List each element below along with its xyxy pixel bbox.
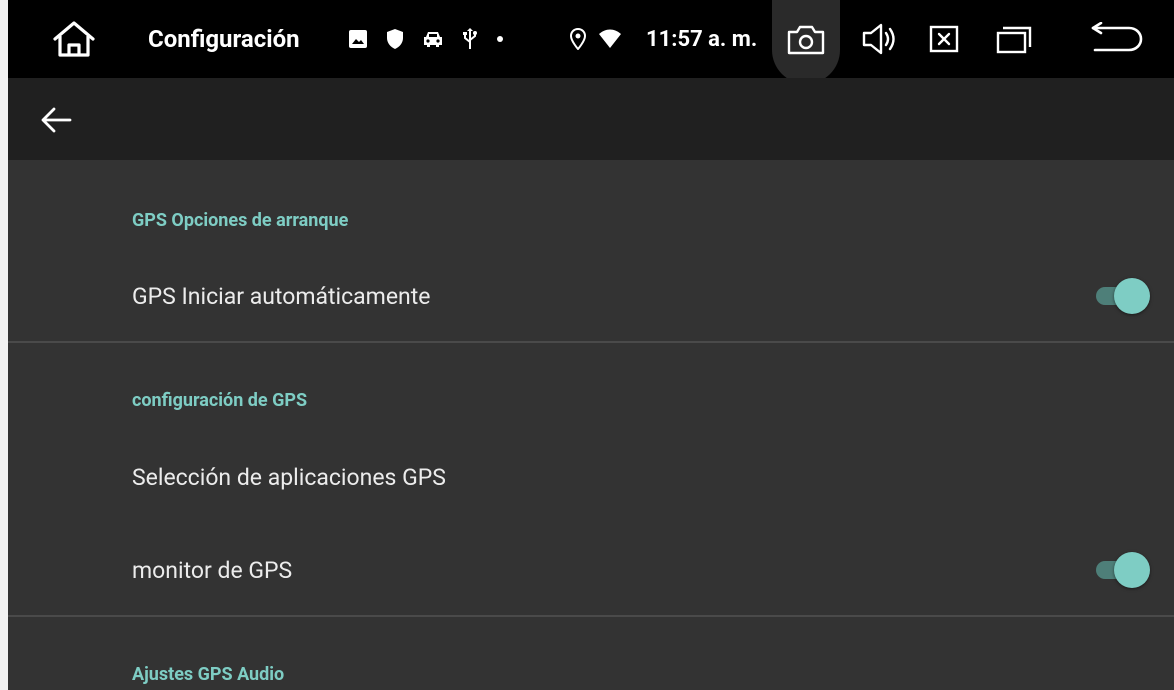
category-header-startup: GPS Opciones de arranque: [132, 210, 349, 231]
usb-icon: [462, 28, 478, 50]
location-icon: [570, 28, 586, 50]
category-header-gps-audio: Ajustes GPS Audio: [132, 664, 285, 685]
section-divider: [8, 341, 1174, 343]
notification-icons: [348, 24, 504, 54]
preference-gps-monitor[interactable]: monitor de GPS: [8, 537, 1174, 603]
category-header-gps-config: configuración de GPS: [132, 390, 308, 411]
status-bar: Configuración 11:57 a. m.: [8, 0, 1174, 84]
image-icon: [348, 29, 368, 49]
return-icon[interactable]: [1084, 16, 1150, 62]
volume-icon[interactable]: [856, 16, 904, 62]
status-app-title: Configuración: [148, 25, 300, 53]
switch-thumb: [1114, 552, 1150, 588]
car-icon: [422, 29, 444, 49]
app-bar: [8, 78, 1174, 160]
status-clock: 11:57 a. m.: [646, 26, 758, 52]
recents-icon[interactable]: [986, 16, 1042, 62]
settings-list: GPS Opciones de arranque GPS Iniciar aut…: [8, 160, 1174, 690]
preference-title: GPS Iniciar automáticamente: [132, 282, 431, 310]
home-icon[interactable]: [46, 14, 102, 64]
preference-title: Selección de aplicaciones GPS: [132, 463, 446, 491]
arrow-left-icon[interactable]: [28, 96, 84, 144]
preference-title: monitor de GPS: [132, 556, 293, 584]
wifi-icon: [598, 29, 622, 49]
switch-thumb: [1114, 278, 1150, 314]
toggle-switch-autostart[interactable]: [1094, 276, 1150, 316]
shield-icon: [386, 28, 404, 50]
preference-gps-app-selection[interactable]: Selección de aplicaciones GPS: [8, 444, 1174, 510]
section-divider: [8, 615, 1174, 617]
system-icons: [570, 24, 622, 54]
camera-icon[interactable]: [772, 0, 840, 84]
dot-icon: [496, 35, 504, 43]
toggle-switch-monitor[interactable]: [1094, 550, 1150, 590]
close-box-icon[interactable]: [920, 16, 968, 62]
preference-gps-autostart[interactable]: GPS Iniciar automáticamente: [8, 263, 1174, 329]
settings-screen: Configuración 11:57 a. m. GPS Opciones d…: [8, 0, 1174, 690]
